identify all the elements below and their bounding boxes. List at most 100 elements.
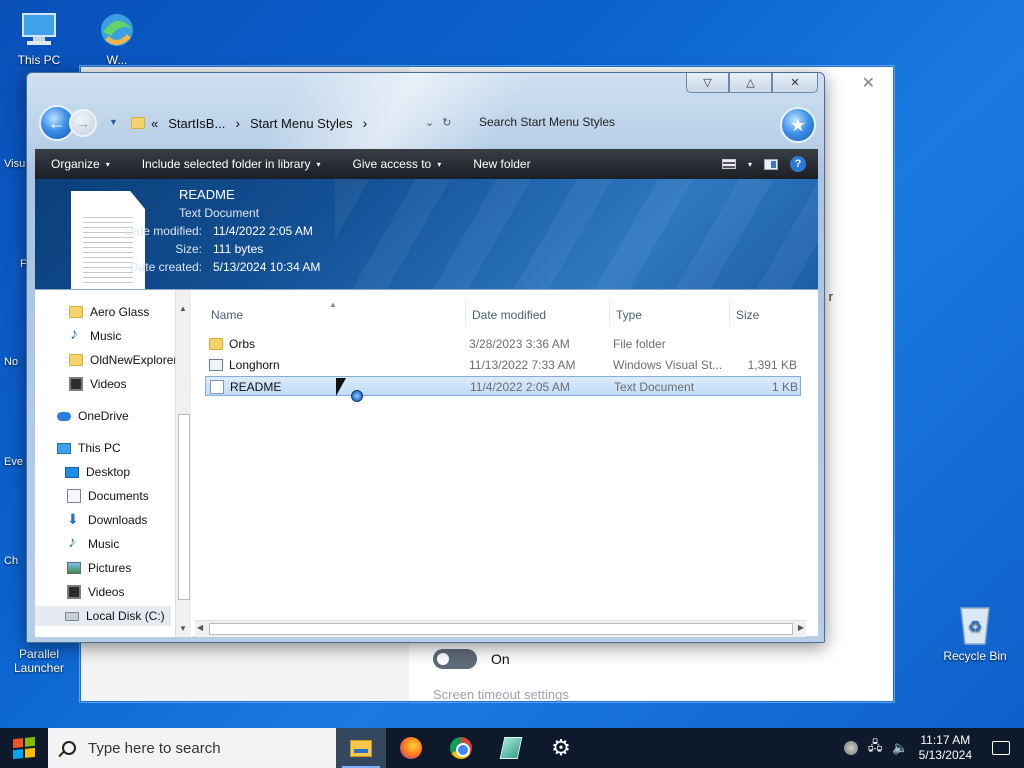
nav-item-music[interactable]: Music <box>67 534 119 554</box>
file-explorer-icon <box>350 739 372 757</box>
notification-center-icon[interactable] <box>992 741 1010 755</box>
column-header-name[interactable]: Name <box>211 308 243 328</box>
taskbar-settings[interactable]: ⚙ <box>536 728 586 768</box>
nav-item-videos[interactable]: Videos <box>69 374 126 394</box>
desktop-icon-this-pc[interactable]: This PC <box>2 10 76 67</box>
close-button[interactable]: ✕ <box>772 73 818 93</box>
details-pane: README Text Document Date modified: 11/4… <box>35 179 818 289</box>
taskbar-glass-app[interactable] <box>486 728 536 768</box>
desktop-label-fragment: No <box>4 356 19 368</box>
taskbar-chrome[interactable] <box>436 728 486 768</box>
mouse-pointer-icon <box>336 378 346 396</box>
nav-item-oldnewexplorer[interactable]: OldNewExplorer <box>69 350 177 370</box>
nav-item-label: OldNewExplorer <box>90 353 178 367</box>
scroll-right-icon[interactable]: ▶ <box>798 623 804 632</box>
taskbar-firefox[interactable] <box>386 728 436 768</box>
folder-icon <box>131 117 145 129</box>
help-icon[interactable]: ? <box>790 156 806 172</box>
desktop-icon-edge[interactable]: W... <box>80 10 154 67</box>
nav-item-aero-glass[interactable]: Aero Glass <box>69 302 149 322</box>
column-header-date-modified[interactable]: Date modified <box>472 308 546 328</box>
clock-time: 11:17 AM <box>920 733 971 747</box>
nav-item-label: Downloads <box>88 513 148 527</box>
command-bar: Organize ▾ Include selected folder in li… <box>35 149 818 179</box>
desktop-label-fragment: Visu <box>4 158 26 170</box>
recent-locations-dropdown[interactable]: ▼ <box>109 117 118 127</box>
caret-down-icon[interactable]: ▾ <box>748 160 752 169</box>
content-area: Aero Glass Music OldNewExplorer Videos O… <box>35 289 818 637</box>
maximize-button[interactable]: △ <box>729 73 772 93</box>
desktop-label-fragment: Ch <box>4 555 19 567</box>
taskbar-search-box[interactable]: Type here to search <box>48 728 336 768</box>
new-folder-button[interactable]: New folder <box>457 157 546 171</box>
scroll-down-icon[interactable]: ▼ <box>179 624 187 633</box>
scroll-up-icon[interactable]: ▲ <box>179 304 187 313</box>
forward-button[interactable]: → <box>69 109 97 137</box>
address-controls: ⌄ ↻ <box>425 116 451 129</box>
column-divider[interactable] <box>729 300 730 326</box>
file-name: Orbs <box>229 337 256 351</box>
nav-item-videos[interactable]: Videos <box>67 582 124 602</box>
column-header-size[interactable]: Size <box>736 308 759 328</box>
recycle-bin-icon: ♻ <box>960 607 990 645</box>
taskbar-file-explorer[interactable] <box>336 728 386 768</box>
close-icon[interactable]: ✕ <box>862 73 875 93</box>
nav-item-documents[interactable]: Documents <box>67 486 149 506</box>
scrollbar-thumb[interactable] <box>209 623 793 635</box>
column-header-type[interactable]: Type <box>616 308 642 328</box>
include-in-library-button[interactable]: Include selected folder in library ▾ <box>126 157 337 171</box>
breadcrumb-segment[interactable]: StartIsB... <box>164 116 229 131</box>
scrollbar-thumb[interactable] <box>178 414 190 600</box>
toolbar-right: ▾ ? <box>721 156 818 172</box>
nav-item-label: This PC <box>78 441 121 455</box>
nav-item-onedrive[interactable]: OneDrive <box>57 406 129 426</box>
nav-item-downloads[interactable]: Downloads <box>67 510 147 530</box>
details-key: Date modified: <box>124 224 202 238</box>
nav-item-this-pc[interactable]: This PC <box>57 438 121 458</box>
desktop-icon-label: Recycle Bin <box>943 649 1007 663</box>
sort-ascending-icon: ▲ <box>329 300 337 309</box>
file-row-readme[interactable]: README 11/4/2022 2:05 AM Text Document 1… <box>205 376 801 396</box>
view-options-icon[interactable] <box>721 159 736 169</box>
give-access-button[interactable]: Give access to ▾ <box>337 157 458 171</box>
clock[interactable]: 11:17 AM 5/13/2024 <box>919 733 972 763</box>
search-input[interactable]: Search Start Menu Styles <box>479 109 739 135</box>
breadcrumb-separator[interactable]: › <box>235 115 240 131</box>
nav-pane-scrollbar[interactable]: ▲ ▼ <box>175 290 191 637</box>
on-off-toggle[interactable] <box>433 649 477 669</box>
volume-muted-icon[interactable]: 🔈 <box>892 740 908 756</box>
nav-item-pictures[interactable]: Pictures <box>67 558 131 578</box>
desktop-icon-recycle-bin[interactable]: ♻ Recycle Bin <box>938 602 1012 663</box>
nav-item-local-disk[interactable]: Local Disk (C:) <box>35 606 171 626</box>
network-status-icon[interactable] <box>843 741 858 755</box>
file-type: Windows Visual St... <box>613 358 723 372</box>
file-row-longhorn[interactable]: Longhorn 11/13/2022 7:33 AM Windows Visu… <box>205 355 801 375</box>
nav-item-desktop[interactable]: Desktop <box>65 462 130 482</box>
toggle-row: On <box>433 649 510 669</box>
start-button[interactable] <box>0 728 48 768</box>
details-key: Size: <box>175 242 202 256</box>
preview-pane-icon[interactable] <box>764 158 778 170</box>
file-name-cell: Longhorn <box>209 358 280 372</box>
breadcrumb-separator[interactable]: › <box>363 115 368 131</box>
videos-icon <box>69 377 83 391</box>
scroll-left-icon[interactable]: ◀ <box>197 623 203 632</box>
minimize-button[interactable]: ▽ <box>686 73 729 93</box>
favorite-star-button[interactable]: ★ <box>780 107 816 143</box>
taskbar-search-placeholder: Type here to search <box>88 739 221 757</box>
address-overflow[interactable]: « <box>151 116 158 131</box>
column-divider[interactable] <box>465 300 466 326</box>
column-divider[interactable] <box>609 300 610 326</box>
breadcrumb-segment[interactable]: Start Menu Styles <box>246 116 357 131</box>
organize-button[interactable]: Organize ▾ <box>35 157 126 171</box>
address-bar[interactable]: « StartIsB... › Start Menu Styles › <box>131 109 461 137</box>
details-value: 5/13/2024 10:34 AM <box>213 260 321 274</box>
chevron-down-icon[interactable]: ⌄ <box>425 116 434 129</box>
file-row-orbs[interactable]: Orbs 3/28/2023 3:36 AM File folder <box>205 334 801 354</box>
include-library-label: Include selected folder in library <box>141 157 311 171</box>
horizontal-scrollbar[interactable]: ◀ ▶ <box>195 620 806 637</box>
nav-item-music[interactable]: Music <box>69 326 121 346</box>
refresh-icon[interactable]: ↻ <box>442 116 451 129</box>
network-icon[interactable]: 🖧 <box>868 737 883 759</box>
screen-timeout-link[interactable]: Screen timeout settings <box>433 687 569 702</box>
